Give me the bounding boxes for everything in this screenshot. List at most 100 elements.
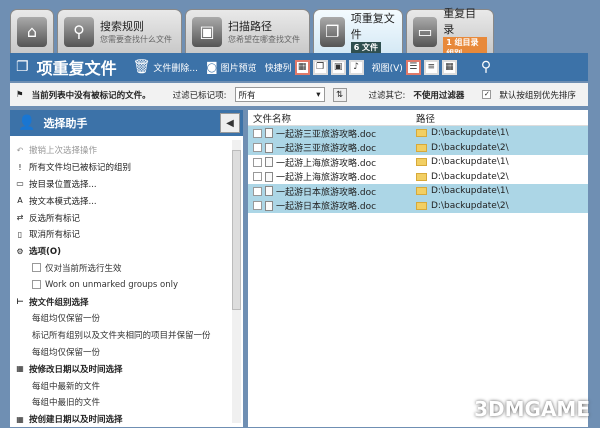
magnifier-icon: ⚲	[64, 16, 94, 47]
assistant-item-label: 仅对当前所选行生效	[45, 263, 122, 274]
assistant-item[interactable]: A 按文本模式选择...	[10, 192, 243, 209]
scrollbar[interactable]	[232, 140, 241, 423]
table-row[interactable]: 一起游三亚旅游攻略.doc D:\backupdate\2\	[248, 140, 588, 155]
table-row[interactable]: 一起游日本旅游攻略.doc D:\backupdate\1\	[248, 184, 588, 199]
table-row[interactable]: 一起游上海旅游攻略.doc D:\backupdate\1\	[248, 155, 588, 170]
main-tabs: ⌂ ⚲ 搜索规则 您需要查找什么文件 ▣ 扫描路径 您希望在哪查找文件 ❐ 项重复文件 6 …	[10, 7, 494, 59]
row-checkbox[interactable]	[253, 128, 262, 138]
assistant-item[interactable]: ⚙ 选项(O)	[10, 243, 243, 260]
assistant-item-label: 按目录位置选择...	[29, 179, 97, 190]
marked-filter-label: 过滤已标记项:	[172, 90, 227, 101]
swap-icon: ⇅	[335, 89, 344, 100]
assistant-item[interactable]: ↶ 撤销上次选择操作	[10, 142, 243, 159]
calendar-icon: ▦	[16, 364, 24, 374]
view-label[interactable]: 视图(V)	[372, 61, 403, 74]
row-checkbox[interactable]	[253, 157, 262, 167]
collapse-panel-button[interactable]: ◀	[220, 113, 240, 133]
assistant-item[interactable]: 每组均仅保留一份	[10, 310, 243, 327]
assistant-items: ↶ 撤销上次选择操作 ! 所有文件均已被标记的组别 ▭ 按目录位置选择... A 按文本模式选…	[10, 136, 243, 428]
tab-duplicate-files[interactable]: ❐ 项重复文件 6 文件	[313, 9, 403, 53]
refresh-button[interactable]: ⇅	[332, 87, 347, 102]
option-checkbox[interactable]	[32, 263, 41, 273]
file-name: 一起游三亚旅游攻略.doc	[276, 144, 377, 155]
folder-icon: ▭	[16, 179, 24, 189]
clear-icon: ▯	[17, 229, 23, 239]
delete-files-button[interactable]: 🗑 文件删除...	[133, 59, 198, 75]
assistant-item[interactable]: ▭ 按目录位置选择...	[10, 176, 243, 193]
assistant-item[interactable]: ▯ 取消所有标记	[10, 226, 243, 243]
options-icon: ⚙	[16, 246, 24, 256]
assistant-item[interactable]: ▦ 按创建日期以及时间选择	[10, 411, 243, 428]
tab-search-rules[interactable]: ⚲ 搜索规则 您需要查找什么文件	[57, 9, 182, 53]
user-icon: 👤	[18, 115, 36, 131]
table-row[interactable]: 一起游日本旅游攻略.doc D:\backupdate\2\	[248, 198, 588, 213]
assistant-item[interactable]: 仅对当前所选行生效	[10, 260, 243, 277]
file-name: 一起游日本旅游攻略.doc	[276, 202, 377, 213]
tab-duplicate-folders[interactable]: ▭重复目录1 组目录组别	[406, 7, 494, 59]
row-checkbox[interactable]	[253, 186, 262, 196]
assistant-item-label: 撤销上次选择操作	[29, 146, 98, 157]
delete-label: 文件删除...	[153, 63, 198, 74]
row-checkbox[interactable]	[253, 201, 262, 211]
assistant-item[interactable]: 每组中最旧的文件	[10, 394, 243, 411]
folder-icon	[416, 172, 427, 181]
scrollbar-thumb[interactable]	[232, 150, 241, 310]
document-icon	[265, 128, 273, 139]
text-icon: A	[17, 196, 23, 206]
sort-by-group-checkbox[interactable]: ✓	[482, 90, 492, 99]
assistant-item[interactable]: 标记所有组别以及文件夹相同的项目并保留一份	[10, 327, 243, 344]
table-row[interactable]: 一起游上海旅游攻略.doc D:\backupdate\2\	[248, 170, 588, 185]
folder-icon	[416, 158, 427, 167]
assistant-item[interactable]: Work on unmarked groups only	[10, 276, 243, 293]
grid-column-icon[interactable]: ▦	[294, 59, 310, 75]
duplicate-files-icon: ❐	[320, 16, 345, 47]
assistant-item-label: 每组中最旧的文件	[32, 398, 101, 409]
list-view-icon[interactable]: ☰	[405, 59, 421, 75]
mark-status-text: 当前列表中没有被标记的文件。	[31, 90, 151, 101]
assistant-item-label: 按修改日期以及时间选择	[29, 364, 123, 375]
assistant-item[interactable]: ⊢ 按文件组别选择	[10, 293, 243, 310]
tab-title: 重复目录	[443, 6, 477, 36]
file-count-badge: 6 文件	[350, 42, 382, 53]
assistant-item[interactable]: ▦ 按修改日期以及时间选择	[10, 360, 243, 377]
document-icon	[265, 186, 273, 197]
home-icon: ⌂	[17, 16, 47, 47]
assistant-item-label: 按文件组别选择	[29, 297, 89, 308]
thumbnail-view-icon[interactable]: ▦	[441, 59, 457, 75]
assistant-item[interactable]: 每组中最新的文件	[10, 377, 243, 394]
music-column-icon[interactable]: ♪	[348, 59, 364, 75]
tab-home[interactable]: ⌂	[10, 9, 54, 53]
marked-filter-select[interactable]: 所有 ▾	[234, 87, 325, 102]
quick-columns-label: 快捷列	[264, 63, 292, 74]
column-header-filename[interactable]: 文件名称	[248, 111, 416, 125]
other-filter-value[interactable]: 不使用过滤器	[413, 89, 464, 101]
picture-column-icon[interactable]: ▣	[330, 59, 346, 75]
tab-scan-path[interactable]: ▣ 扫描路径 您希望在哪查找文件	[185, 9, 310, 53]
folder-icon	[416, 201, 427, 210]
row-checkbox[interactable]	[253, 143, 262, 153]
undo-icon: ↶	[16, 145, 24, 155]
folder-icon	[416, 129, 427, 138]
assistant-item[interactable]: 每组均仅保留一份	[10, 344, 243, 361]
invert-icon: ⇄	[16, 213, 24, 223]
filter-bar: ⚑ 当前列表中没有被标记的文件。 过滤已标记项: 所有 ▾ ⇅ 过滤其它: 不使用…	[10, 83, 588, 106]
document-icon	[265, 171, 273, 182]
marked-filter-value: 所有	[238, 90, 256, 101]
flag-icon: ⚑	[16, 89, 24, 100]
assistant-item[interactable]: ! 所有文件均已被标记的组别	[10, 159, 243, 176]
details-view-icon[interactable]: ≡	[423, 59, 439, 75]
file-path: D:\backupdate\2\	[431, 142, 509, 153]
duplicate-files-icon: ❐	[16, 59, 29, 75]
file-name: 一起游日本旅游攻略.doc	[276, 187, 377, 198]
window-column-icon[interactable]: ❐	[312, 59, 328, 75]
table-row[interactable]: 一起游三亚旅游攻略.doc D:\backupdate\1\	[248, 126, 588, 141]
assistant-item-label: 按文本模式选择...	[29, 196, 97, 207]
quick-columns: 快捷列 ▦ ❐ ▣ ♪	[264, 59, 364, 75]
column-header-path[interactable]: 路径	[416, 111, 435, 125]
list-header: 文件名称 路径	[248, 110, 588, 126]
image-preview-button[interactable]: ◙ 图片预览	[206, 60, 257, 74]
search-icon[interactable]: ⚲	[481, 59, 491, 75]
option-checkbox[interactable]	[32, 280, 41, 290]
row-checkbox[interactable]	[253, 172, 262, 182]
assistant-item[interactable]: ⇄ 反选所有标记	[10, 209, 243, 226]
